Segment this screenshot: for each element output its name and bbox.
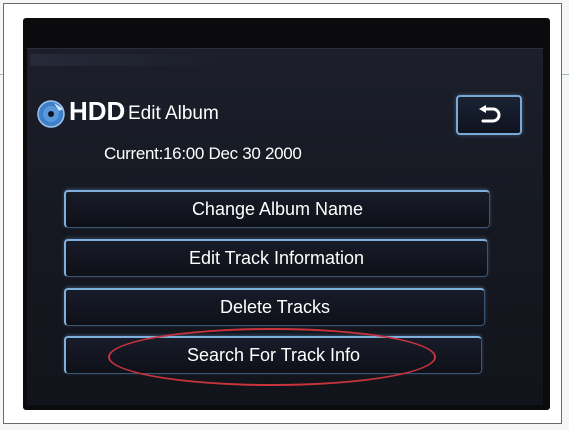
status-strip (30, 54, 230, 66)
source-label: HDD (69, 96, 126, 126)
back-arrow-icon (479, 105, 501, 123)
change-album-name-button[interactable]: Change Album Name (64, 190, 490, 228)
back-button[interactable] (456, 95, 522, 135)
search-for-track-info-button[interactable]: Search For Track Info (64, 336, 482, 374)
delete-tracks-label: Delete Tracks (219, 297, 331, 317)
page: HDD Edit Album Current:16:00 Dec 30 2000… (0, 0, 569, 430)
delete-tracks-button[interactable]: Delete Tracks (64, 288, 485, 326)
screen-title: Edit Album (128, 103, 219, 124)
change-album-name-label: Change Album Name (191, 199, 364, 219)
current-time: Current:16:00 Dec 30 2000 (104, 144, 302, 163)
hdd-disc-icon (36, 99, 66, 129)
edit-track-information-button[interactable]: Edit Track Information (64, 239, 488, 277)
search-for-track-info-label: Search For Track Info (186, 345, 361, 365)
edit-track-information-label: Edit Track Information (188, 248, 365, 268)
